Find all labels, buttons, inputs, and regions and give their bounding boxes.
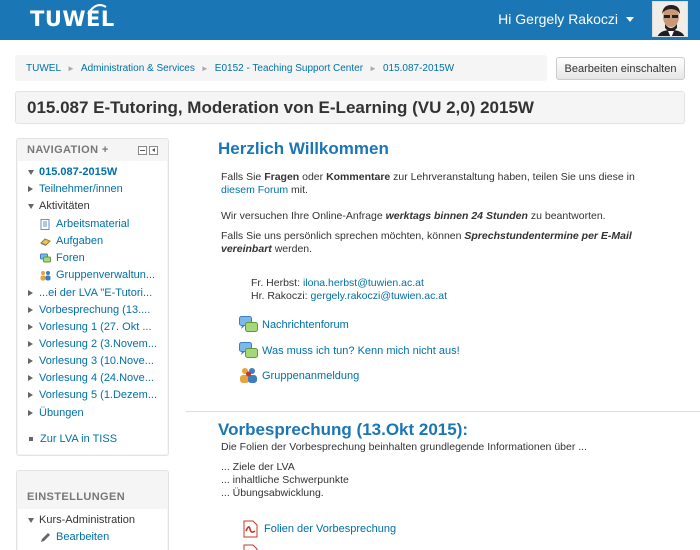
- nav-item-tiss-link[interactable]: Zur LVA in TISS: [28, 431, 117, 447]
- vorbesprechung-point: ... Übungsabwicklung.: [221, 487, 324, 499]
- section-divider: [186, 411, 700, 412]
- file-next-item[interactable]: [241, 544, 264, 550]
- vorbesprechung-intro: Die Folien der Vorbesprechung beinhalten…: [221, 441, 587, 453]
- file-folien-vorbesprechung[interactable]: Folien der Vorbesprechung: [241, 520, 396, 538]
- collapsed-icon: [28, 358, 33, 364]
- vorbesprechung-point: ... inhaltliche Schwerpunkte: [221, 474, 349, 486]
- collapsed-icon: [28, 290, 33, 296]
- settings-block-title: EINSTELLUNGEN: [27, 491, 126, 503]
- collapsed-icon: [28, 375, 33, 381]
- resource-icon: [40, 218, 50, 230]
- navigation-block: NAVIGATION + 015.087-2015W Teilnehmer/in…: [16, 138, 169, 456]
- forum-icon: [239, 316, 258, 332]
- breadcrumb-separator-icon: ►: [369, 63, 377, 73]
- forum-icon: [239, 342, 258, 358]
- nav-item-assignments[interactable]: Aufgaben: [40, 233, 103, 249]
- welcome-paragraph-2: Wir versuchen Ihre Online-Anfrage werkta…: [221, 210, 606, 222]
- activity-was-muss-ich-tun[interactable]: Was muss ich tun? Kenn mich nicht aus!: [239, 342, 460, 360]
- nav-item-forums[interactable]: Foren: [40, 250, 85, 266]
- top-navbar: TUWEL Hi Gergely Rakoczi: [0, 0, 700, 40]
- breadcrumb-category[interactable]: E0152 - Teaching Support Center: [215, 63, 363, 74]
- forum-icon: [40, 253, 51, 262]
- breadcrumb-course[interactable]: 015.087-2015W: [383, 63, 454, 74]
- settings-block: EINSTELLUNGEN Kurs-Administration Bearbe…: [16, 470, 169, 550]
- groups-icon: [240, 368, 257, 383]
- settings-block-header: EINSTELLUNGEN: [17, 471, 168, 503]
- activity-gruppenanmeldung[interactable]: Gruppenanmeldung: [239, 367, 359, 385]
- settings-tree: Kurs-Administration Bearbeiten: [18, 509, 167, 550]
- pdf-icon: [243, 544, 258, 550]
- expanded-icon: [28, 203, 34, 209]
- settings-item-edit[interactable]: Bearbeiten: [40, 529, 109, 545]
- contact-herbst: Fr. Herbst: ilona.herbst@tuwien.ac.at: [251, 277, 424, 289]
- settings-item-course-admin[interactable]: Kurs-Administration: [28, 512, 135, 528]
- collapsed-icon: [28, 307, 33, 313]
- forum-inline-link[interactable]: diesem Forum: [221, 184, 288, 196]
- nav-item-vorbesprechung[interactable]: Vorbesprechung (13....: [28, 302, 150, 318]
- contact-rakoczi: Hr. Rakoczi: gergely.rakoczi@tuwien.ac.a…: [251, 290, 448, 302]
- nav-item-vorlesung-4[interactable]: Vorlesung 4 (24.Nove...: [28, 370, 154, 386]
- tuwel-logo[interactable]: TUWEL: [30, 4, 115, 31]
- page-header: 015.087 E-Tutoring, Moderation von E-Lea…: [15, 91, 685, 124]
- nav-item-groups[interactable]: Gruppenverwaltun...: [40, 267, 155, 283]
- dock-block-icon[interactable]: [149, 146, 158, 155]
- collapsed-icon: [28, 324, 33, 330]
- assignment-icon: [40, 237, 51, 246]
- bullet-icon: [29, 437, 33, 441]
- breadcrumb-separator-icon: ►: [200, 63, 209, 73]
- chevron-down-icon: [626, 16, 634, 22]
- navigation-tree: 015.087-2015W Teilnehmer/innen Aktivität…: [18, 161, 167, 454]
- user-greeting: Hi Gergely Rakoczi: [498, 11, 618, 27]
- collapsed-icon: [28, 392, 33, 398]
- collapsed-icon: [28, 186, 33, 192]
- nav-item-section-info[interactable]: ...ei der LVA "E-Tutori...: [28, 285, 152, 301]
- navigation-block-title: NAVIGATION: [27, 144, 99, 156]
- breadcrumb: TUWEL ► Administration & Services ► E015…: [15, 55, 547, 81]
- breadcrumb-separator-icon: ►: [67, 63, 75, 73]
- nav-item-uebungen[interactable]: Übungen: [28, 405, 84, 421]
- welcome-paragraph-1: Falls Sie Fragen oder Kommentare zur Leh…: [221, 171, 635, 183]
- pencil-icon: [41, 532, 50, 542]
- email-link-rakoczi[interactable]: gergely.rakoczi@tuwien.ac.at: [311, 290, 448, 302]
- nav-item-resources[interactable]: Arbeitsmaterial: [40, 216, 129, 232]
- vorbesprechung-point: ... Ziele der LVA: [221, 461, 295, 473]
- nav-item-vorlesung-2[interactable]: Vorlesung 2 (3.Novem...: [28, 336, 157, 352]
- breadcrumb-administration[interactable]: Administration & Services: [81, 63, 195, 74]
- groups-icon: [40, 270, 51, 280]
- edit-mode-button[interactable]: Bearbeiten einschalten: [556, 57, 685, 80]
- add-block-icon[interactable]: +: [102, 144, 109, 156]
- vorbesprechung-section-title: Vorbesprechung (13.Okt 2015):: [218, 420, 469, 439]
- activity-nachrichtenforum[interactable]: Nachrichtenforum: [239, 316, 349, 334]
- user-menu[interactable]: Hi Gergely Rakoczi: [498, 11, 634, 27]
- collapse-block-icon[interactable]: [138, 146, 147, 155]
- nav-item-vorlesung-5[interactable]: Vorlesung 5 (1.Dezem...: [28, 387, 157, 403]
- navigation-block-header: NAVIGATION +: [17, 139, 168, 161]
- nav-item-vorlesung-1[interactable]: Vorlesung 1 (27. Okt ...: [28, 319, 152, 335]
- nav-item-vorlesung-3[interactable]: Vorlesung 3 (10.Nove...: [28, 353, 154, 369]
- expanded-icon: [28, 169, 34, 175]
- expanded-icon: [28, 517, 34, 523]
- email-link-herbst[interactable]: ilona.herbst@tuwien.ac.at: [303, 277, 424, 289]
- avatar[interactable]: [652, 1, 688, 37]
- welcome-paragraph-3: Falls Sie uns persönlich sprechen möchte…: [221, 230, 632, 242]
- logo-swoosh-icon: [87, 4, 107, 15]
- pdf-icon: [243, 520, 258, 538]
- page-title: 015.087 E-Tutoring, Moderation von E-Lea…: [27, 98, 534, 117]
- breadcrumb-home[interactable]: TUWEL: [26, 63, 61, 74]
- nav-item-course[interactable]: 015.087-2015W: [28, 164, 117, 180]
- nav-item-activities[interactable]: Aktivitäten: [28, 198, 90, 214]
- collapsed-icon: [28, 410, 33, 416]
- welcome-section-title: Herzlich Willkommen: [218, 139, 389, 158]
- nav-item-participants[interactable]: Teilnehmer/innen: [28, 181, 123, 197]
- collapsed-icon: [28, 341, 33, 347]
